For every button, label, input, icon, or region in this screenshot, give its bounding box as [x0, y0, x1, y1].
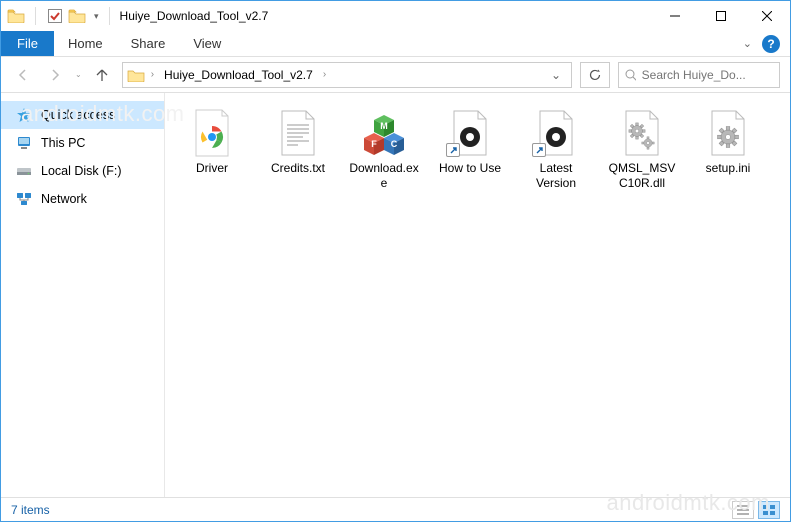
file-item[interactable]: setup.ini [691, 107, 765, 203]
chevron-right-icon[interactable]: › [151, 69, 154, 80]
body: Quick access This PC Local Disk (F:) Net… [1, 93, 790, 497]
file-label: Driver [196, 161, 228, 176]
quick-access-toolbar: ▾ [7, 7, 103, 25]
maximize-button[interactable] [698, 1, 744, 31]
svg-text:C: C [391, 139, 398, 149]
tab-label: View [193, 36, 221, 51]
file-tab[interactable]: File [1, 31, 54, 56]
help-button[interactable]: ? [762, 35, 780, 53]
up-button[interactable] [90, 63, 114, 87]
close-button[interactable] [744, 1, 790, 31]
minimize-button[interactable] [652, 1, 698, 31]
shortcut-icon [446, 109, 494, 157]
file-item[interactable]: M F C Download.exe [347, 107, 421, 203]
details-view-button[interactable] [732, 501, 754, 519]
breadcrumb-label: Huiye_Download_Tool_v2.7 [164, 68, 313, 82]
sidebar-item-this-pc[interactable]: This PC [1, 129, 164, 157]
svg-text:M: M [380, 121, 388, 131]
expand-ribbon-icon[interactable]: ⌄ [743, 37, 752, 50]
file-label: setup.ini [706, 161, 751, 176]
disk-icon [15, 162, 33, 180]
text-file-icon [274, 109, 322, 157]
sidebar-item-label: Quick access [41, 108, 115, 122]
status-text: 7 items [11, 503, 50, 517]
sidebar-item-quick-access[interactable]: Quick access [1, 101, 164, 129]
address-bar[interactable]: › Huiye_Download_Tool_v2.7 › ⌄ [122, 62, 572, 88]
file-list[interactable]: Driver Credits.txt [165, 93, 790, 497]
chevron-right-icon[interactable]: › [323, 69, 326, 80]
window-title: Huiye_Download_Tool_v2.7 [120, 9, 269, 23]
tab-home[interactable]: Home [54, 31, 117, 56]
file-label: Credits.txt [271, 161, 325, 176]
navigation-bar: ⌄ › Huiye_Download_Tool_v2.7 › ⌄ [1, 57, 790, 93]
checkbox-icon[interactable] [46, 7, 64, 25]
tab-label: Share [131, 36, 166, 51]
title-divider [109, 7, 110, 25]
tab-view[interactable]: View [179, 31, 235, 56]
file-item[interactable]: Driver [175, 107, 249, 203]
ribbon-tabs: File Home Share View ⌄ ? [1, 31, 790, 57]
file-label: QMSL_MSVC10R.dll [607, 161, 677, 191]
star-icon [15, 106, 33, 124]
dll-icon [618, 109, 666, 157]
file-item[interactable]: Latest Version [519, 107, 593, 203]
ribbon-right: ⌄ ? [743, 31, 790, 56]
icons-view-button[interactable] [758, 501, 780, 519]
address-dropdown-icon[interactable]: ⌄ [545, 68, 567, 82]
ini-icon [704, 109, 752, 157]
qat-dropdown-icon[interactable]: ▾ [90, 11, 103, 22]
chrome-icon [188, 109, 236, 157]
shortcut-arrow-icon [532, 143, 546, 157]
titlebar: ▾ Huiye_Download_Tool_v2.7 [1, 1, 790, 31]
search-box[interactable] [618, 62, 780, 88]
forward-button[interactable] [43, 63, 67, 87]
file-item[interactable]: How to Use [433, 107, 507, 203]
view-switcher [732, 501, 780, 519]
sidebar-item-network[interactable]: Network [1, 185, 164, 213]
refresh-button[interactable] [580, 62, 610, 88]
sidebar-item-label: This PC [41, 136, 85, 150]
file-label: Latest Version [521, 161, 591, 191]
folder-icon [68, 7, 86, 25]
tab-label: Home [68, 36, 103, 51]
tab-share[interactable]: Share [117, 31, 180, 56]
network-icon [15, 190, 33, 208]
history-dropdown-icon[interactable]: ⌄ [75, 70, 82, 79]
folder-icon [7, 7, 25, 25]
file-label: Download.exe [349, 161, 419, 191]
cubes-icon: M F C [360, 109, 408, 157]
shortcut-arrow-icon [446, 143, 460, 157]
sidebar: Quick access This PC Local Disk (F:) Net… [1, 93, 165, 497]
window-controls [652, 1, 790, 31]
file-item[interactable]: QMSL_MSVC10R.dll [605, 107, 679, 203]
file-label: How to Use [439, 161, 501, 176]
sidebar-item-label: Local Disk (F:) [41, 164, 122, 178]
file-tab-label: File [17, 36, 38, 51]
back-button[interactable] [11, 63, 35, 87]
sidebar-item-local-disk[interactable]: Local Disk (F:) [1, 157, 164, 185]
breadcrumb-folder[interactable]: Huiye_Download_Tool_v2.7 [160, 68, 317, 82]
folder-icon [127, 68, 145, 82]
sidebar-item-label: Network [41, 192, 87, 206]
qat-divider [35, 7, 36, 25]
search-input[interactable] [642, 68, 773, 82]
file-item[interactable]: Credits.txt [261, 107, 335, 203]
status-bar: 7 items [1, 497, 790, 521]
search-icon [625, 69, 636, 81]
svg-text:F: F [371, 139, 377, 149]
pc-icon [15, 134, 33, 152]
shortcut-icon [532, 109, 580, 157]
